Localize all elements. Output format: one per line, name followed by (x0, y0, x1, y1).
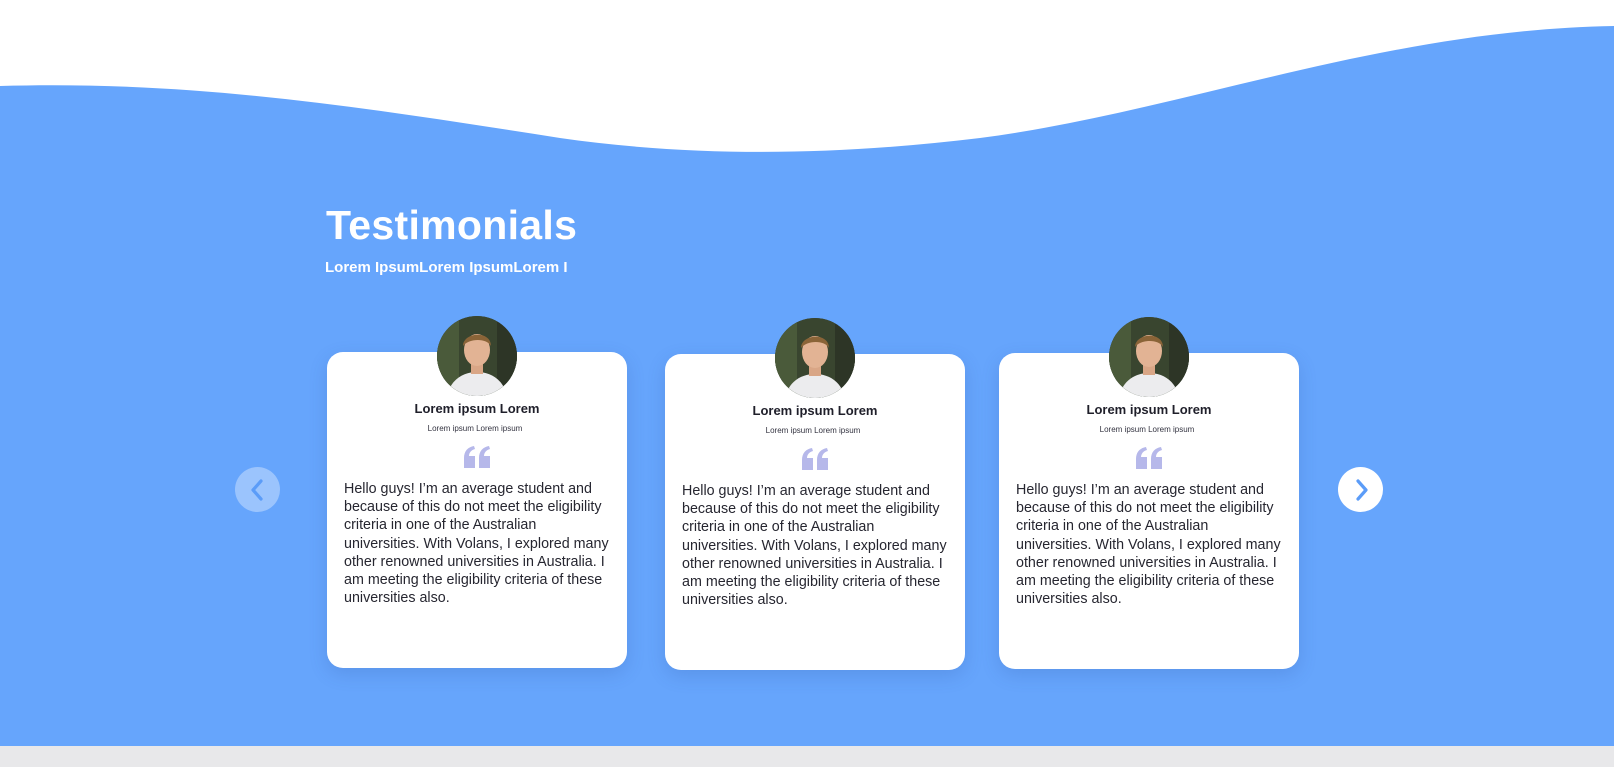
previous-button[interactable] (235, 467, 280, 512)
quote-icon (464, 446, 490, 468)
avatar (437, 316, 517, 396)
chevron-right-icon (1355, 478, 1368, 501)
next-button[interactable] (1338, 467, 1383, 512)
reviewer-role: Lorem ipsum Lorem ipsum (765, 426, 861, 435)
testimonial-card: Lorem ipsum Lorem Lorem ipsum Lorem ipsu… (999, 317, 1299, 669)
testimonial-card: Lorem ipsum Lorem Lorem ipsum Lorem ipsu… (665, 318, 965, 670)
testimonial-text: Hello guys! I’m an average student and b… (344, 481, 609, 607)
reviewer-role: Lorem ipsum Lorem ipsum (1099, 425, 1195, 434)
quote-icon (1136, 447, 1162, 469)
reviewer-name: Lorem ipsum Lorem (1086, 402, 1212, 417)
testimonial-card: Lorem ipsum Lorem Lorem ipsum Lorem ipsu… (327, 316, 627, 668)
reviewer-role: Lorem ipsum Lorem ipsum (427, 424, 523, 433)
testimonial-text: Hello guys! I’m an average student and b… (682, 483, 947, 609)
reviewer-name: Lorem ipsum Lorem (414, 401, 540, 416)
section-title: Testimonials (326, 202, 578, 248)
quote-icon (802, 448, 828, 470)
avatar (1109, 317, 1189, 397)
section-subtitle: Lorem IpsumLorem IpsumLorem I (325, 259, 568, 276)
chevron-left-icon (250, 478, 263, 501)
reviewer-name: Lorem ipsum Lorem (752, 403, 878, 418)
footer-strip (0, 746, 1614, 767)
testimonial-text: Hello guys! I’m an average student and b… (1016, 482, 1281, 608)
avatar (775, 318, 855, 398)
